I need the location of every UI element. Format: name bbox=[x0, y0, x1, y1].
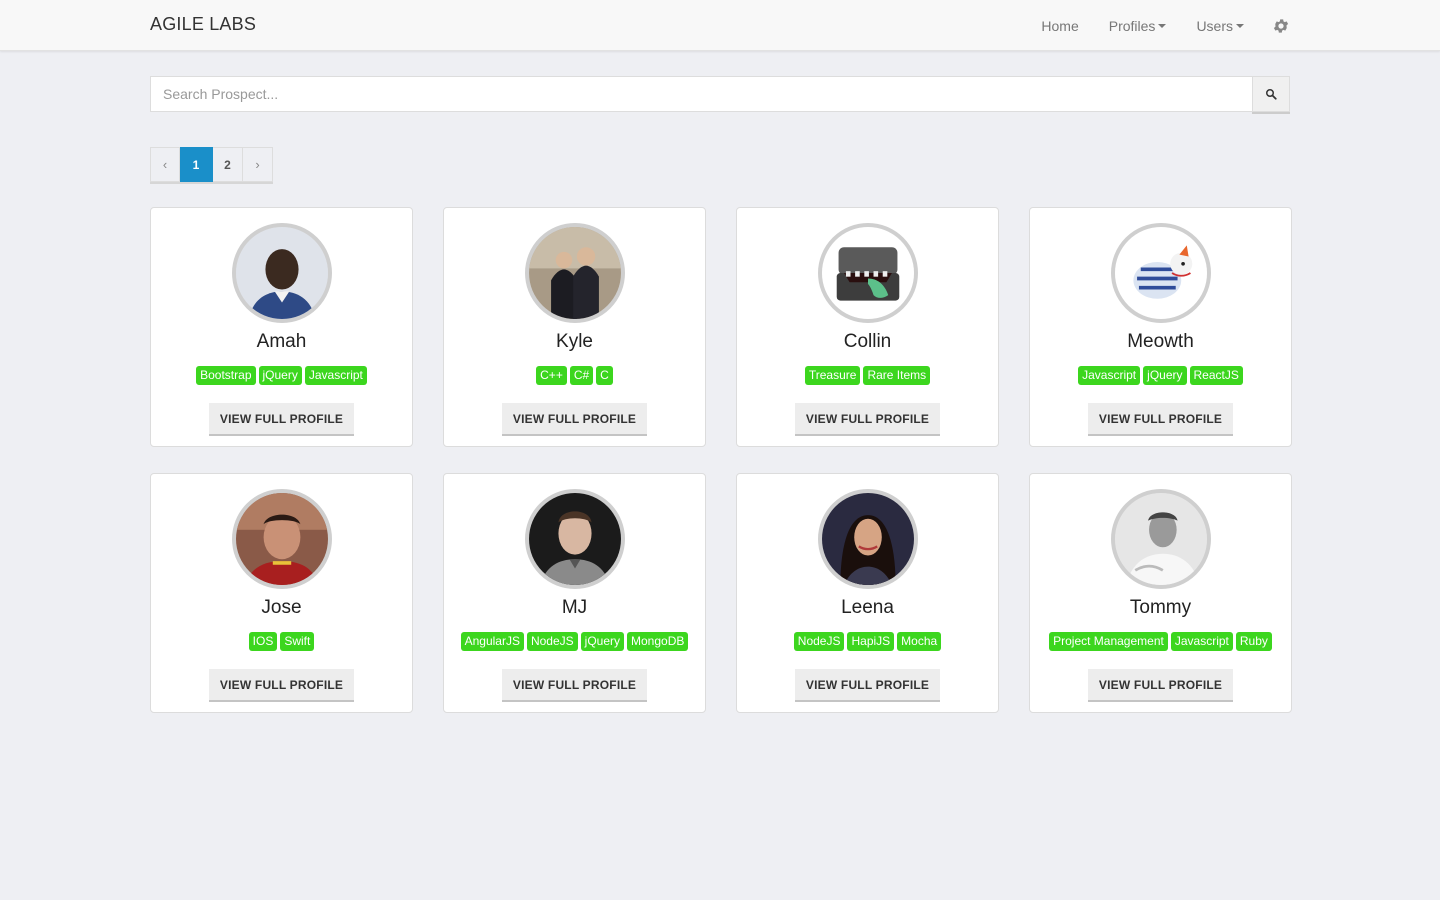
avatar bbox=[524, 489, 625, 589]
profile-name: Tommy bbox=[1129, 597, 1192, 618]
view-full-profile-button[interactable]: VIEW FULL PROFILE bbox=[1087, 669, 1234, 700]
profile-name: Kyle bbox=[556, 331, 593, 352]
skill-tags: Javascript jQuery ReactJS bbox=[1078, 366, 1243, 386]
gear-icon[interactable] bbox=[1272, 17, 1290, 35]
profile-card: Amah Bootstrap jQuery Javascript VIEW FU… bbox=[150, 207, 413, 447]
avatar bbox=[231, 489, 332, 589]
profile-card: Meowth Javascript jQuery ReactJS VIEW FU… bbox=[1029, 207, 1292, 447]
profile-name: Amah bbox=[256, 331, 307, 352]
skill-tag: Ruby bbox=[1235, 632, 1272, 651]
avatar bbox=[817, 489, 918, 589]
profile-name: Leena bbox=[841, 597, 894, 618]
search-button[interactable] bbox=[1252, 76, 1290, 112]
pagination-page-1[interactable]: 1 bbox=[180, 147, 213, 182]
brand-logo[interactable]: AGILE LABS bbox=[150, 14, 256, 35]
caret-down-icon bbox=[1158, 23, 1167, 28]
profile-name: Collin bbox=[843, 331, 892, 352]
skill-tag: Bootstrap bbox=[196, 366, 256, 385]
skill-tags: NodeJS HapiJS Mocha bbox=[793, 632, 942, 652]
skill-tag: HapiJS bbox=[847, 632, 895, 651]
view-full-profile-button[interactable]: VIEW FULL PROFILE bbox=[794, 669, 941, 700]
avatar bbox=[231, 223, 332, 323]
avatar bbox=[1110, 223, 1211, 323]
nav-profiles-label: Profiles bbox=[1108, 17, 1156, 34]
profile-card: MJ AngularJS NodeJS jQuery MongoDB VIEW … bbox=[443, 473, 706, 713]
nav-users-dropdown[interactable]: Users bbox=[1196, 18, 1244, 34]
profile-card: Leena NodeJS HapiJS Mocha VIEW FULL PROF… bbox=[736, 473, 999, 713]
view-full-profile-button[interactable]: VIEW FULL PROFILE bbox=[208, 403, 355, 434]
skill-tag: C++ bbox=[536, 366, 567, 385]
skill-tags: C++ C# C bbox=[536, 366, 613, 386]
pagination-next[interactable]: › bbox=[243, 147, 273, 182]
profile-grid: Amah Bootstrap jQuery Javascript VIEW FU… bbox=[150, 207, 1292, 713]
profile-card: Collin Treasure Rare Items VIEW FULL PRO… bbox=[736, 207, 999, 447]
avatar bbox=[817, 223, 918, 323]
skill-tag: Javascript bbox=[1170, 632, 1233, 651]
caret-down-icon bbox=[1236, 23, 1244, 28]
skill-tag: C bbox=[596, 366, 613, 385]
skill-tag: Javascript bbox=[1078, 366, 1141, 385]
skill-tag: MongoDB bbox=[627, 632, 689, 651]
skill-tag: IOS bbox=[248, 632, 278, 651]
skill-tags: Project Management Javascript Ruby bbox=[1049, 632, 1272, 652]
top-navbar: AGILE LABS Home Profiles Users bbox=[0, 0, 1440, 51]
pagination: ‹ 1 2 › bbox=[150, 147, 273, 182]
view-full-profile-button[interactable]: VIEW FULL PROFILE bbox=[501, 669, 648, 700]
profile-name: Jose bbox=[261, 597, 302, 618]
avatar bbox=[524, 223, 625, 323]
skill-tag: Javascript bbox=[304, 366, 367, 385]
skill-tag: jQuery bbox=[258, 366, 302, 385]
skill-tag: Treasure bbox=[804, 366, 861, 385]
profile-name: Meowth bbox=[1127, 331, 1194, 352]
nav-links: Home Profiles Users bbox=[1011, 0, 1290, 51]
skill-tags: Bootstrap jQuery Javascript bbox=[196, 366, 367, 386]
skill-tags: Treasure Rare Items bbox=[804, 366, 931, 386]
skill-tag: C# bbox=[569, 366, 594, 385]
skill-tag: NodeJS bbox=[793, 632, 845, 651]
nav-profiles-dropdown[interactable]: Profiles bbox=[1109, 18, 1167, 34]
skill-tags: AngularJS NodeJS jQuery MongoDB bbox=[460, 632, 689, 652]
search-input[interactable] bbox=[150, 76, 1252, 112]
skill-tag: jQuery bbox=[1143, 366, 1187, 385]
skill-tags: IOS Swift bbox=[248, 632, 315, 652]
skill-tag: Swift bbox=[280, 632, 315, 651]
skill-tag: AngularJS bbox=[460, 632, 524, 651]
pagination-page-2[interactable]: 2 bbox=[213, 147, 243, 182]
skill-tag: ReactJS bbox=[1189, 366, 1243, 385]
view-full-profile-button[interactable]: VIEW FULL PROFILE bbox=[794, 403, 941, 434]
view-full-profile-button[interactable]: VIEW FULL PROFILE bbox=[1087, 403, 1234, 434]
skill-tag: Project Management bbox=[1049, 632, 1168, 651]
profile-card: Kyle C++ C# C VIEW FULL PROFILE bbox=[443, 207, 706, 447]
skill-tag: Rare Items bbox=[863, 366, 931, 385]
nav-home-link[interactable]: Home bbox=[1041, 18, 1078, 34]
profile-card: Jose IOS Swift VIEW FULL PROFILE bbox=[150, 473, 413, 713]
skill-tag: NodeJS bbox=[526, 632, 578, 651]
avatar bbox=[1110, 489, 1211, 589]
nav-users-label: Users bbox=[1196, 17, 1233, 34]
skill-tag: Mocha bbox=[897, 632, 942, 651]
view-full-profile-button[interactable]: VIEW FULL PROFILE bbox=[208, 669, 355, 700]
search-bar bbox=[150, 76, 1290, 112]
nav-home-label: Home bbox=[1041, 17, 1079, 34]
search-icon bbox=[1266, 89, 1277, 100]
pagination-prev[interactable]: ‹ bbox=[150, 147, 180, 182]
profile-card: Tommy Project Management Javascript Ruby… bbox=[1029, 473, 1292, 713]
profile-name: MJ bbox=[561, 597, 588, 618]
skill-tag: jQuery bbox=[580, 632, 625, 651]
view-full-profile-button[interactable]: VIEW FULL PROFILE bbox=[501, 403, 648, 434]
